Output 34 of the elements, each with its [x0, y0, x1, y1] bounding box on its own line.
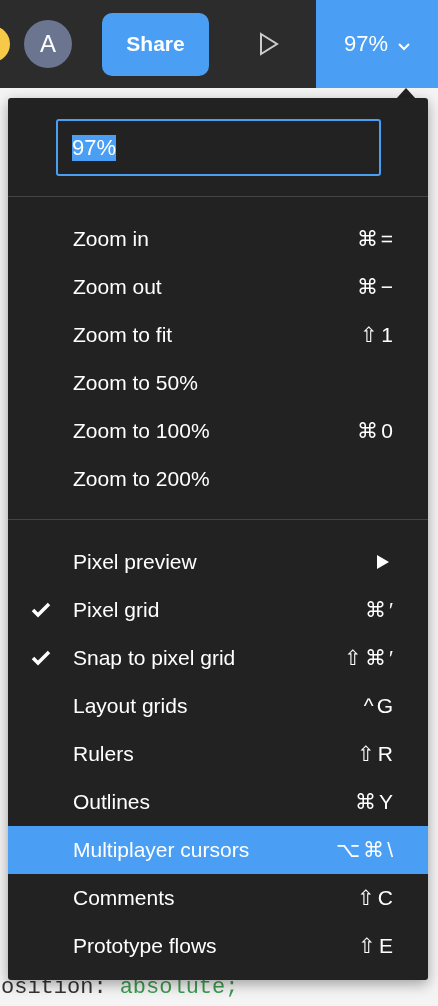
checkmark-icon: [31, 650, 51, 666]
user-avatar[interactable]: A: [24, 20, 72, 68]
shortcut-text: ⇧E: [358, 934, 396, 958]
shortcut-text: ⌘′: [365, 598, 396, 622]
menu-item[interactable]: Prototype flows ⇧E: [8, 922, 428, 970]
chevron-down-icon: [398, 43, 410, 51]
shortcut-text: ⇧1: [360, 323, 396, 347]
menu-item[interactable]: Zoom in ⌘=: [8, 215, 428, 263]
shortcut-text: ⇧R: [356, 742, 396, 766]
menu-item[interactable]: Zoom to 100% ⌘0: [8, 407, 428, 455]
shortcut-text: ⇧⌘′: [344, 646, 396, 670]
shortcut-text: ⌘−: [356, 275, 396, 299]
menu-item[interactable]: Snap to pixel grid ⇧⌘′: [8, 634, 428, 682]
menu-item[interactable]: Pixel preview: [8, 538, 428, 586]
shortcut-text: ⌘Y: [355, 790, 396, 814]
menu-item[interactable]: Zoom to 200%: [8, 455, 428, 503]
menu-item[interactable]: Zoom to fit ⇧1: [8, 311, 428, 359]
menu-item[interactable]: Zoom out ⌘−: [8, 263, 428, 311]
shortcut-text: ⌘=: [356, 227, 396, 251]
code-value: absolute;: [119, 975, 239, 1000]
checkmark-icon: [31, 602, 51, 618]
menu-item[interactable]: Rulers ⇧R: [8, 730, 428, 778]
menu-item[interactable]: Zoom to 50%: [8, 359, 428, 407]
shortcut-text: ⇧C: [356, 886, 396, 910]
menu-item[interactable]: Comments ⇧C: [8, 874, 428, 922]
shortcut-text: ⌘0: [357, 419, 396, 443]
play-icon[interactable]: [259, 32, 279, 56]
code-text: osition:: [1, 975, 107, 1000]
shortcut-text: ^G: [363, 694, 396, 718]
submenu-arrow-icon: [376, 554, 390, 570]
menu-item[interactable]: Pixel grid ⌘′: [8, 586, 428, 634]
menu-item[interactable]: Outlines ⌘Y: [8, 778, 428, 826]
shortcut-text: ⌥⌘\: [336, 838, 396, 862]
menu-item[interactable]: Layout grids ^G: [8, 682, 428, 730]
